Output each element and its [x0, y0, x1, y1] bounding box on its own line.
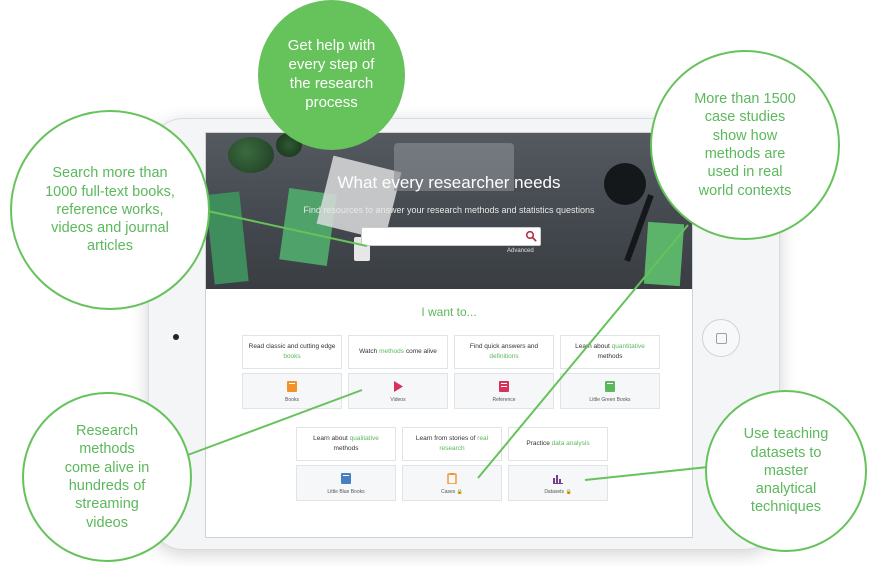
- reference-icon: [499, 381, 509, 392]
- card-label-quantitative: Learn about quantitative methods: [575, 343, 645, 360]
- callout-videos: Research methods come alive in hundreds …: [22, 392, 192, 562]
- blue-book-icon: [341, 473, 351, 484]
- home-button[interactable]: [702, 319, 740, 357]
- card-label-videos: Watch methods come alive: [359, 348, 437, 356]
- hero-subtitle: Find resources to answer your research m…: [303, 205, 595, 215]
- tile-caption: Reference: [492, 397, 516, 403]
- tablet-screen: What every researcher needs Find resourc…: [205, 132, 693, 538]
- tile-caption: Cases 🔒: [441, 489, 463, 495]
- callout-search: Search more than 1000 full-text books, r…: [10, 110, 210, 310]
- card-reference[interactable]: Find quick answers and definitions: [454, 335, 554, 369]
- callout-case-studies: More than 1500 case studies show how met…: [650, 50, 840, 240]
- tile-datasets[interactable]: Datasets 🔒: [508, 465, 608, 501]
- plant-image: [228, 137, 274, 173]
- card-label-reference: Find quick answers and definitions: [469, 343, 539, 360]
- tile-little-blue-books[interactable]: Little Blue Books: [296, 465, 396, 501]
- card-videos[interactable]: Watch methods come alive: [348, 335, 448, 369]
- tile-caption: Books: [285, 397, 299, 403]
- section-heading: I want to...: [421, 305, 477, 319]
- card-quantitative[interactable]: Learn about quantitative methods: [560, 335, 660, 369]
- card-qualitative[interactable]: Learn about qualitative methods: [296, 427, 396, 461]
- advanced-search-link[interactable]: Advanced: [507, 248, 534, 254]
- green-book-icon: [605, 381, 615, 392]
- search-input[interactable]: [362, 230, 526, 246]
- book-icon: [287, 381, 297, 392]
- tile-cases[interactable]: Cases 🔒: [402, 465, 502, 501]
- callout-text: Research methods come alive in hundreds …: [64, 423, 150, 531]
- tile-little-green-books[interactable]: Little Green Books: [560, 373, 660, 409]
- callout-text: Search more than 1000 full-text books, r…: [45, 165, 175, 255]
- card-books[interactable]: Read classic and cutting edge books: [242, 335, 342, 369]
- callout-text: Use teaching datasets to master analytic…: [743, 426, 829, 516]
- tile-books[interactable]: Books: [242, 373, 342, 409]
- tile-videos[interactable]: Videos: [348, 373, 448, 409]
- camera-dot: [173, 334, 179, 340]
- tile-caption: Little Green Books: [589, 397, 631, 403]
- hero-banner: What every researcher needs Find resourc…: [206, 133, 692, 289]
- play-icon: [394, 381, 403, 392]
- tile-reference[interactable]: Reference: [454, 373, 554, 409]
- card-data-analysis[interactable]: Practice data analysis: [508, 427, 608, 461]
- lock-icon: 🔒: [565, 489, 572, 495]
- search-box[interactable]: [361, 227, 541, 246]
- callout-text: Get help with every step of the research…: [287, 37, 376, 111]
- card-real-research[interactable]: Learn from stories of real research: [402, 427, 502, 461]
- callout-research-process: Get help with every step of the research…: [258, 0, 405, 150]
- promo-stage: What every researcher needs Find resourc…: [0, 0, 870, 566]
- case-icon: [447, 473, 457, 484]
- card-label-real-research: Learn from stories of real research: [415, 435, 489, 452]
- lock-icon: 🔒: [456, 489, 463, 495]
- tile-caption: Datasets 🔒: [544, 489, 572, 495]
- card-label-books: Read classic and cutting edge books: [248, 343, 336, 360]
- tile-caption: Videos: [390, 397, 406, 403]
- dataset-icon: [553, 475, 563, 484]
- callout-datasets: Use teaching datasets to master analytic…: [705, 390, 867, 552]
- card-label-data-analysis: Practice data analysis: [526, 440, 590, 448]
- tile-caption: Little Blue Books: [327, 489, 365, 495]
- search-icon[interactable]: [525, 230, 537, 242]
- card-label-qualitative: Learn about qualitative methods: [313, 435, 379, 452]
- book-image: [643, 221, 685, 287]
- hero-title: What every researcher needs: [337, 173, 561, 192]
- callout-text: More than 1500 case studies show how met…: [694, 91, 796, 199]
